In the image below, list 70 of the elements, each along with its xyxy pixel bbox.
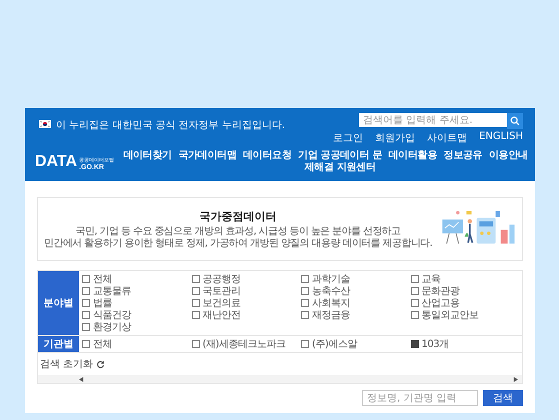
refresh-icon	[96, 360, 106, 368]
checkbox[interactable]	[192, 340, 200, 348]
checkbox-label: 교통물류	[93, 285, 131, 298]
nav-menu-item[interactable]: 국가데이터맵	[178, 150, 237, 174]
notice-text: 이 누리집은 대한민국 공식 전자정부 누리집입니다.	[56, 119, 286, 132]
checkbox[interactable]	[410, 275, 418, 283]
utility-link[interactable]: 사이트맵	[427, 131, 468, 145]
checkbox[interactable]	[82, 311, 90, 319]
checkbox-label: (재)세종테크노파크	[202, 338, 286, 351]
nav-menu-item[interactable]: 정보공유	[444, 150, 482, 174]
checkbox[interactable]	[82, 287, 90, 295]
checkbox[interactable]	[301, 275, 309, 283]
flag-icon	[39, 120, 51, 128]
checkbox-label: 농축수산	[312, 285, 350, 298]
nav-menu-item[interactable]: 이용안내	[488, 150, 528, 174]
checkbox-label: 법률	[93, 297, 112, 310]
nav-menu-item[interactable]: 기업 공공데이터 문제해결 지원센터	[298, 150, 382, 174]
checkbox-label: 전체	[93, 273, 112, 286]
checkbox[interactable]	[82, 340, 90, 348]
utility-link[interactable]: ENGLISH	[479, 131, 523, 145]
checkbox[interactable]	[301, 299, 309, 307]
checkbox-label: 환경기상	[93, 321, 131, 334]
checkbox[interactable]	[82, 299, 90, 307]
scroll-left-icon[interactable]	[79, 376, 84, 382]
more-organizations-link[interactable]: 103개	[422, 337, 449, 351]
checkbox-label: 산업고용	[422, 297, 460, 310]
checkbox-label: 국토관리	[202, 285, 240, 298]
filter-category-header: 기관별	[38, 336, 79, 352]
nav-menu-item[interactable]: 데이터요청	[243, 150, 292, 174]
search-field[interactable]: 정보명, 기관명 입력	[362, 390, 478, 406]
utility-link[interactable]: 로그인	[333, 131, 364, 145]
checkbox[interactable]	[301, 311, 309, 319]
search-icon	[510, 116, 520, 126]
checkbox-label: 교육	[422, 273, 440, 286]
checkbox-label: 문화관광	[422, 285, 460, 298]
checkbox-label: 과학기술	[312, 273, 350, 286]
checkbox[interactable]	[301, 340, 309, 348]
square-icon	[410, 340, 418, 348]
intro-title: 국가중점데이터	[198, 208, 278, 224]
checkbox-label: 사회복지	[312, 297, 350, 310]
reset-search-button[interactable]: 검색 초기화	[40, 357, 106, 371]
checkbox-label: 재난안전	[202, 309, 240, 322]
checkbox-label: 재정금융	[312, 309, 350, 322]
checkbox-label: (주)에스알	[312, 338, 357, 351]
intro-description: 국민, 기업 등 수요 중심으로 개방의 효과성, 시급성 등이 높은 분야를 선정하고	[74, 226, 402, 238]
checkbox-label: 공공행정	[202, 273, 240, 286]
search-field[interactable]: 검색어를 입력해 주세요.	[359, 113, 507, 127]
checkbox[interactable]	[410, 287, 418, 295]
checkbox[interactable]	[82, 275, 90, 283]
nav-menu-item[interactable]: 데이터찾기	[123, 150, 172, 174]
checkbox[interactable]	[192, 287, 200, 295]
filter-category-header: 분야별	[38, 271, 79, 335]
checkbox[interactable]	[410, 299, 418, 307]
checkbox-label: 전체	[93, 338, 112, 351]
scroll-right-icon[interactable]	[513, 376, 518, 382]
checkbox[interactable]	[82, 323, 90, 331]
utility-link[interactable]: 회원가입	[375, 131, 416, 145]
checkbox[interactable]	[192, 311, 200, 319]
horizontal-scrollbar[interactable]	[38, 375, 522, 383]
search-button[interactable]: 검색	[483, 390, 523, 406]
checkbox-label: 식품건강	[93, 309, 131, 322]
checkbox[interactable]	[192, 299, 200, 307]
checkbox-label: 보건의료	[202, 297, 240, 310]
intro-description: 민간에서 활용하기 용이한 형태로 정제, 가공하여 개방된 양질의 대용량 데이터를 제공합니다.	[44, 238, 432, 250]
checkbox[interactable]	[410, 311, 418, 319]
checkbox[interactable]	[192, 275, 200, 283]
checkbox[interactable]	[301, 287, 309, 295]
search-button[interactable]	[507, 113, 523, 129]
checkbox-label: 통일외교안보	[422, 309, 478, 322]
nav-menu-item[interactable]: 데이터활용	[388, 150, 438, 174]
